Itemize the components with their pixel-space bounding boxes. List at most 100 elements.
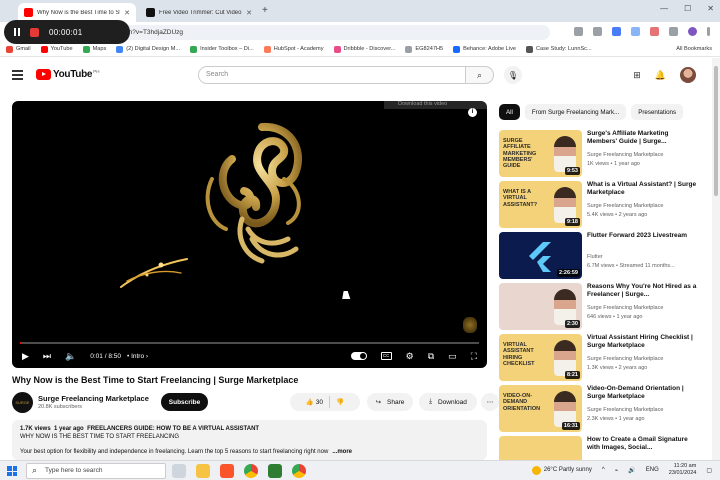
- tray-chevron-icon[interactable]: ^: [602, 467, 605, 473]
- clock[interactable]: 11:20 am 23/01/2024: [669, 463, 697, 477]
- search-button[interactable]: ⌕: [466, 66, 494, 84]
- channel-avatar[interactable]: SURGE: [12, 392, 33, 413]
- autoplay-toggle[interactable]: [350, 352, 367, 360]
- volume-tray-icon[interactable]: 🔊: [628, 467, 635, 474]
- stop-recording-icon[interactable]: [30, 27, 39, 37]
- more-actions-icon[interactable]: ⋯: [481, 393, 499, 411]
- recommendation-item[interactable]: VIDEO-ON-DEMAND ORIENTATION 16:31 Video-On…: [499, 385, 704, 436]
- shield-extension-icon[interactable]: [612, 27, 621, 36]
- new-tab-plus-icon[interactable]: +: [262, 5, 268, 16]
- bookmark-youtube[interactable]: YouTube: [40, 45, 73, 53]
- volume-icon[interactable]: 🔈: [65, 351, 76, 362]
- share-button[interactable]: ↪ Share: [367, 393, 413, 411]
- dislike-button[interactable]: 👎: [336, 398, 344, 406]
- show-more-link[interactable]: ...more: [332, 449, 352, 455]
- chip-from-channel[interactable]: From Surge Freelancing Mark...: [524, 104, 627, 120]
- taskbar-search-input[interactable]: Type here to search: [26, 463, 166, 479]
- close-tab-icon[interactable]: ✕: [124, 9, 130, 17]
- info-icon[interactable]: i: [468, 108, 477, 117]
- bookmark-case-study[interactable]: Case Study: LunnSc...: [525, 45, 592, 53]
- menu-dots-icon[interactable]: [707, 27, 710, 36]
- bookmark-digital-design[interactable]: (2) Digital Design M...: [116, 45, 180, 53]
- youtube-logo[interactable]: YouTube PH: [36, 69, 99, 80]
- subscribe-button[interactable]: Subscribe: [161, 393, 208, 411]
- video-thumbnail[interactable]: 2:26:59: [499, 232, 582, 279]
- recommendation-channel[interactable]: Surge Freelancing Marketplace: [587, 305, 663, 311]
- maximize-icon[interactable]: ☐: [684, 4, 691, 13]
- video-thumbnail[interactable]: SURGE AFFILIATE MARKETING MEMBERS' GUIDE…: [499, 130, 582, 177]
- recommendation-item[interactable]: 2:26:59 Flutter Forward 2023 Livestream Fl…: [499, 232, 704, 283]
- video-thumbnail[interactable]: WHAT IS A VIRTUAL ASSISTANT? 9:18: [499, 181, 582, 228]
- task-view-icon[interactable]: [172, 464, 186, 478]
- recommendation-title[interactable]: Flutter Forward 2023 Livestream: [587, 232, 699, 240]
- description-box[interactable]: 1.7K views 1 year ago FREELANCERS GUIDE:…: [12, 420, 487, 460]
- recommendation-title[interactable]: Video-On-Demand Orientation | Surge Mark…: [587, 385, 699, 402]
- close-tab-icon[interactable]: ✕: [246, 9, 252, 17]
- recommendation-item[interactable]: WHAT IS A VIRTUAL ASSISTANT? 9:18 What is …: [499, 181, 704, 232]
- bookmark-behance[interactable]: Behance: Adobe Live: [453, 45, 516, 53]
- video-thumbnail[interactable]: VIRTUAL ASSISTANT HIRING CHECKLIST 8:21: [499, 334, 582, 381]
- puzzle-extension-icon[interactable]: [669, 27, 678, 36]
- recommendation-item[interactable]: SURGE AFFILIATE MARKETING MEMBERS' GUIDE…: [499, 130, 704, 181]
- voice-search-mic-icon[interactable]: 🎙: [504, 66, 522, 84]
- download-button[interactable]: ⤓ Download: [419, 393, 477, 411]
- search-input[interactable]: Search: [198, 66, 466, 84]
- like-button[interactable]: 👍 30: [306, 398, 323, 406]
- recommendation-channel[interactable]: Flutter: [587, 254, 603, 260]
- all-bookmarks[interactable]: All Bookmarks: [676, 46, 712, 52]
- scrollbar-thumb[interactable]: [714, 66, 718, 196]
- install-icon[interactable]: [574, 27, 583, 36]
- chip-all[interactable]: All: [499, 104, 520, 120]
- recommendation-title[interactable]: Surge's Affiliate Marketing Members' Gui…: [587, 130, 699, 147]
- fullscreen-icon[interactable]: ⛶: [471, 351, 477, 362]
- page-scrollbar[interactable]: [712, 58, 720, 460]
- pen-extension-icon[interactable]: [631, 27, 640, 36]
- close-window-icon[interactable]: ✕: [707, 4, 714, 13]
- video-thumbnail[interactable]: 2:30: [499, 283, 582, 330]
- windows-start-icon[interactable]: [7, 466, 17, 476]
- user-avatar[interactable]: [680, 67, 696, 83]
- bookmark-star-icon[interactable]: [593, 27, 602, 36]
- bookmark-gmail[interactable]: Gmail: [6, 45, 31, 53]
- chip-presentations[interactable]: Presentations: [631, 104, 684, 120]
- video-player[interactable]: Download this video i ▶ ⏭ 🔈 0:01 / 8:50 …: [12, 101, 487, 368]
- settings-gear-icon[interactable]: ⚙: [406, 351, 414, 362]
- pause-recording-icon[interactable]: [14, 28, 20, 36]
- recommendation-channel[interactable]: Surge Freelancing Marketplace: [587, 152, 663, 158]
- recommendation-channel[interactable]: Surge Freelancing Marketplace: [587, 407, 663, 413]
- subtitles-cc-icon[interactable]: CC: [380, 352, 392, 360]
- video-thumbnail[interactable]: VIDEO-ON-DEMAND ORIENTATION 16:31: [499, 385, 582, 432]
- recommendation-channel[interactable]: Surge Freelancing Marketplace: [587, 203, 663, 209]
- language-indicator[interactable]: ENG: [646, 467, 659, 473]
- bookmark-maps[interactable]: Maps: [82, 45, 106, 53]
- recommendation-item[interactable]: 2:30 Reasons Why You're Not Hired as a Fr…: [499, 283, 704, 334]
- play-icon[interactable]: ▶: [22, 351, 29, 362]
- app-icon[interactable]: [268, 464, 282, 478]
- chapter-label[interactable]: • Intro ›: [127, 353, 148, 360]
- recommendation-item[interactable]: VIRTUAL ASSISTANT HIRING CHECKLIST 8:21 Vi…: [499, 334, 704, 385]
- next-icon[interactable]: ⏭: [43, 351, 51, 362]
- hamburger-menu-icon[interactable]: [12, 70, 23, 82]
- notifications-bell-icon[interactable]: 🔔: [655, 70, 666, 81]
- recommendation-title[interactable]: What is a Virtual Assistant? | Surge Mar…: [587, 181, 699, 198]
- minimize-icon[interactable]: —: [660, 4, 668, 13]
- recommendation-title[interactable]: Reasons Why You're Not Hired as a Freela…: [587, 283, 699, 300]
- recommendation-title[interactable]: How to Create a Gmail Signature with Ima…: [587, 436, 699, 453]
- file-explorer-icon[interactable]: [196, 464, 210, 478]
- address-bar[interactable]: atch?v=T3hdjaZDUzg: [110, 25, 550, 40]
- theater-mode-icon[interactable]: ▭: [448, 351, 457, 362]
- color-extension-icon[interactable]: [650, 27, 659, 36]
- weather-widget[interactable]: 26°C Partly sunny: [531, 465, 592, 475]
- channel-name[interactable]: Surge Freelancing Marketplace: [38, 394, 149, 403]
- profile-icon[interactable]: [688, 27, 697, 36]
- notification-center-icon[interactable]: ▢: [706, 467, 712, 474]
- tab-video-trimmer[interactable]: Free Video Trimmer: Cut Video ✕: [140, 3, 258, 22]
- recommendation-title[interactable]: Virtual Assistant Hiring Checklist | Sur…: [587, 334, 699, 351]
- chrome-icon[interactable]: [244, 464, 258, 478]
- bookmark-insider-toolbox[interactable]: Insider Toolbox – Di...: [190, 45, 254, 53]
- recommendation-channel[interactable]: Surge Freelancing Marketplace: [587, 356, 663, 362]
- brave-browser-icon[interactable]: [220, 464, 234, 478]
- bookmark-hubspot[interactable]: HubSpot - Academy: [263, 45, 324, 53]
- network-icon[interactable]: ⌁: [615, 467, 619, 474]
- bookmark-dribbble[interactable]: Dribbble - Discover...: [333, 45, 395, 53]
